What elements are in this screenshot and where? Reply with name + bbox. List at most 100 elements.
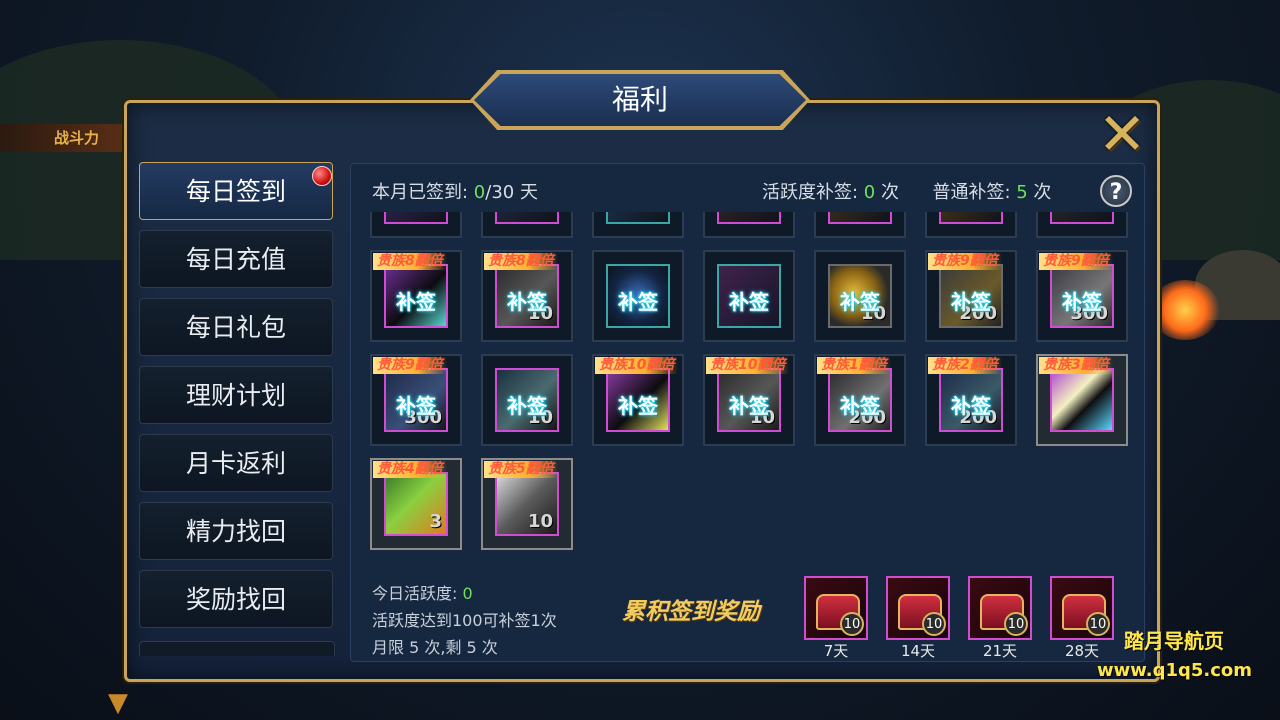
- calendar-cell[interactable]: 10 贵族10翻倍 补签: [703, 354, 795, 446]
- active-makeup-count: 0: [863, 182, 876, 203]
- reward-item: [1050, 212, 1114, 224]
- today-activity-prefix: 今日活跃度:: [372, 584, 463, 603]
- watermark-title: 踏月导航页: [1124, 629, 1224, 653]
- vip-double-badge: 贵族9翻倍: [1039, 253, 1113, 270]
- normal-makeup-count: 5: [1016, 182, 1028, 203]
- calendar-cell[interactable]: 300 贵族9翻倍 补签: [1036, 250, 1128, 342]
- vip-double-badge: 贵族10翻倍: [595, 357, 679, 374]
- chest-day-label: 14天: [900, 642, 936, 660]
- active-makeup-prefix: 活跃度补签:: [762, 182, 864, 203]
- question-icon[interactable]: ?: [1100, 175, 1132, 207]
- vip-double-badge: 贵族9翻倍: [373, 357, 447, 374]
- sidebar-item-reward-recover[interactable]: 奖励找回: [139, 570, 333, 628]
- sidebar-item-daily-gift[interactable]: 每日礼包: [139, 298, 333, 356]
- vip-double-badge: 贵族10翻倍: [706, 357, 790, 374]
- makeup-stamp: 补签: [1062, 290, 1102, 314]
- makeup-stamp: 补签: [618, 290, 658, 314]
- calendar-cell[interactable]: 补签: [592, 250, 684, 342]
- reward-chest-7[interactable]: 10: [804, 576, 868, 640]
- calendar-cell[interactable]: 补签: [703, 250, 795, 342]
- reward-item: [495, 212, 559, 224]
- vip-double-badge: 贵族8翻倍: [484, 253, 558, 270]
- sidebar-item-daily-recharge[interactable]: 每日充值: [139, 230, 333, 288]
- makeup-stamp: 补签: [951, 290, 991, 314]
- vip-double-badge: 贵族5翻倍: [484, 461, 558, 478]
- chest-count: 10: [840, 612, 864, 636]
- reward-chest-28[interactable]: 10: [1050, 576, 1114, 640]
- makeup-stamp: 补签: [729, 290, 769, 314]
- calendar-cell-claimable[interactable]: 10 贵族5翻倍: [481, 458, 573, 550]
- chest-day-label: 28天: [1064, 642, 1100, 660]
- calendar-cell[interactable]: 10 贵族8翻倍 补签: [481, 250, 573, 342]
- item-amount: 3: [429, 511, 442, 532]
- signed-count-line: 本月已签到: 0/30 天: [372, 178, 538, 204]
- normal-makeup-suffix: 次: [1027, 182, 1052, 203]
- calendar-cell-partial[interactable]: [925, 212, 1017, 238]
- makeup-stamp: 补签: [618, 394, 658, 418]
- sidebar-item-energy-recover[interactable]: 精力找回: [139, 502, 333, 560]
- close-icon[interactable]: ✕: [1096, 105, 1148, 163]
- calendar-cell[interactable]: 10 补签: [481, 354, 573, 446]
- item-amount: 10: [527, 511, 553, 532]
- calendar-cell[interactable]: 10 补签: [814, 250, 906, 342]
- makeup-stamp: 补签: [729, 394, 769, 418]
- panel-title: 福利: [474, 74, 806, 126]
- calendar-cell-partial[interactable]: [592, 212, 684, 238]
- sidebar-item-daily-checkin[interactable]: 每日签到: [139, 162, 333, 220]
- vip-double-badge: 贵族4翻倍: [373, 461, 447, 478]
- vip-double-badge: 贵族8翻倍: [373, 253, 447, 270]
- reward-item: 10: [495, 472, 559, 536]
- reward-chest-14[interactable]: 10: [886, 576, 950, 640]
- calendar-cell[interactable]: 200 贵族2翻倍 补签: [925, 354, 1017, 446]
- vip-double-badge: 贵族9翻倍: [928, 253, 1002, 270]
- reward-item: [1050, 368, 1114, 432]
- reward-chest-21[interactable]: 10: [968, 576, 1032, 640]
- chest-count: 10: [1004, 612, 1028, 636]
- vip-double-badge: 贵族1翻倍: [817, 357, 891, 374]
- bg-fire: [1150, 280, 1220, 340]
- makeup-stamp: 补签: [951, 394, 991, 418]
- calendar-cell-partial[interactable]: [481, 212, 573, 238]
- makeup-stamp: 补签: [396, 290, 436, 314]
- reward-item: [384, 212, 448, 224]
- chest-day-label: 7天: [823, 642, 849, 660]
- notification-dot: [312, 166, 332, 186]
- calendar-cell-claimable[interactable]: 贵族3翻倍: [1036, 354, 1128, 446]
- reward-item: [606, 212, 670, 224]
- calendar-cell[interactable]: 贵族8翻倍 补签: [370, 250, 462, 342]
- signed-prefix: 本月已签到:: [372, 182, 474, 203]
- calendar-cell[interactable]: 贵族10翻倍 补签: [592, 354, 684, 446]
- calendar-grid: 贵族8翻倍 补签 10 贵族8翻倍 补签 补签 补签 10 补签 200 贵族9…: [368, 212, 1133, 567]
- reward-item: 3: [384, 472, 448, 536]
- activity-rule: 活跃度达到100可补签1次: [372, 611, 557, 630]
- sidebar-item-finance-plan[interactable]: 理财计划: [139, 366, 333, 424]
- calendar-cell-claimable[interactable]: 3 贵族4翻倍: [370, 458, 462, 550]
- sidebar-scroll-stub: [139, 641, 335, 656]
- reward-item: [828, 212, 892, 224]
- calendar-cell-partial[interactable]: [370, 212, 462, 238]
- chevron-down-icon[interactable]: ▼: [108, 688, 128, 718]
- calendar-cell-partial[interactable]: [1036, 212, 1128, 238]
- chest-count: 10: [1086, 612, 1110, 636]
- normal-makeup-prefix: 普通补签:: [932, 182, 1017, 203]
- vip-double-badge: 贵族2翻倍: [928, 357, 1002, 374]
- calendar-cell-partial[interactable]: [703, 212, 795, 238]
- calendar-cell[interactable]: 300 贵族9翻倍 补签: [370, 354, 462, 446]
- power-label: 战斗力: [0, 124, 130, 152]
- makeup-stamp: 补签: [507, 394, 547, 418]
- signed-count: 0: [473, 182, 486, 203]
- makeup-stamp: 补签: [396, 394, 436, 418]
- reward-item: [717, 212, 781, 224]
- sidebar-item-monthly-card[interactable]: 月卡返利: [139, 434, 333, 492]
- makeup-counts-line: 活跃度补签: 0 次 普通补签: 5 次: [762, 178, 1051, 204]
- cumulative-reward-title: 累积签到奖励: [622, 599, 760, 625]
- calendar-cell-partial[interactable]: [814, 212, 906, 238]
- reward-item: [939, 212, 1003, 224]
- monthly-limit: 月限 5 次,剩 5 次: [372, 638, 498, 657]
- signed-suffix: /30 天: [485, 182, 538, 203]
- watermark-url: www.q1q5.com: [1097, 660, 1253, 681]
- calendar-cell[interactable]: 200 贵族1翻倍 补签: [814, 354, 906, 446]
- vip-double-badge: 贵族3翻倍: [1039, 357, 1113, 374]
- makeup-stamp: 补签: [840, 394, 880, 418]
- calendar-cell[interactable]: 200 贵族9翻倍 补签: [925, 250, 1017, 342]
